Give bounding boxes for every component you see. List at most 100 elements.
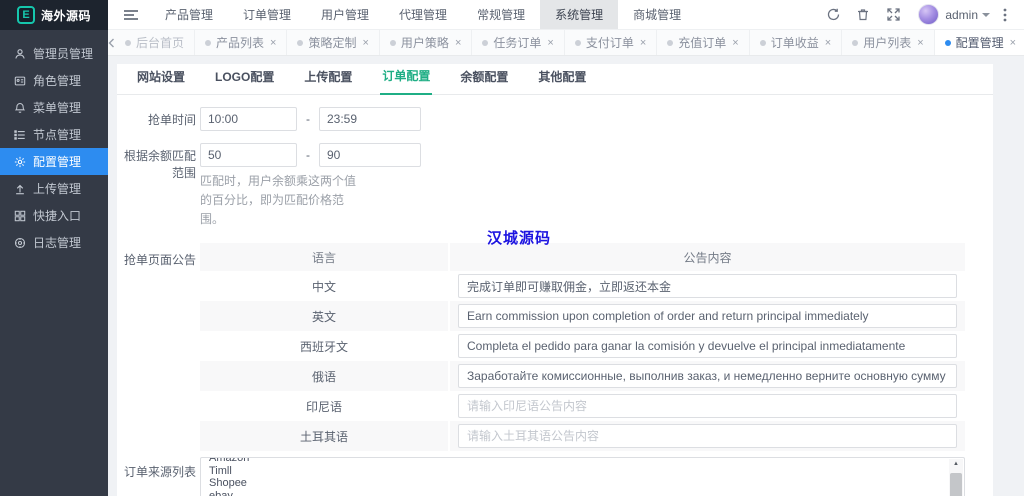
tab-pay-orders[interactable]: 支付订单 × (565, 30, 657, 55)
scroll-up-icon[interactable]: ▲ (949, 459, 963, 470)
close-icon[interactable]: × (917, 37, 923, 49)
user-menu[interactable]: admin (945, 8, 990, 22)
tab-label: 支付订单 (586, 34, 634, 51)
table-row: 中文 (200, 271, 965, 301)
announcement-input-english[interactable] (458, 304, 957, 328)
page-tabs: 后台首页 产品列表× 策略定制 × 用户策略 × 任务订单× 支付订单 × 充值订单×… (115, 30, 1024, 55)
sidebar-item-label: 角色管理 (33, 72, 81, 89)
sidebar-item-quick-entry[interactable]: 快捷入口 (0, 202, 108, 229)
order-source-lines: Amazon Timll Shopee ebay Wish mercado li… (201, 457, 964, 496)
table-row: 土耳其语 (200, 421, 965, 451)
config-tab-upload[interactable]: 上传配置 (302, 68, 354, 94)
config-tab-site-settings[interactable]: 网站设置 (135, 68, 187, 94)
balance-range-max-input[interactable] (319, 143, 421, 167)
username-label: admin (945, 8, 978, 22)
close-icon[interactable]: × (732, 37, 738, 49)
sidebar-item-upload-management[interactable]: 上传管理 (0, 175, 108, 202)
tab-product-list[interactable]: 产品列表× (195, 30, 287, 55)
close-icon[interactable]: × (1010, 37, 1016, 49)
tab-user-list[interactable]: 用户列表 × (842, 30, 934, 55)
table-row: 西班牙文 (200, 331, 965, 361)
user-avatar[interactable] (918, 4, 939, 25)
grab-time-end-input[interactable] (319, 107, 421, 131)
sidebar-item-role-management[interactable]: 角色管理 (0, 67, 108, 94)
sidebar-item-label: 菜单管理 (33, 99, 81, 116)
config-tab-other[interactable]: 其他配置 (536, 68, 588, 94)
sidebar-item-menu-management[interactable]: 菜单管理 (0, 94, 108, 121)
announcement-input-turkish[interactable] (458, 424, 957, 448)
balance-range-row: 根据余额匹配范围 - 匹配时，用户余额乘这两个值的百分比，即为匹配价格范围。 (117, 143, 993, 229)
tab-label: 配置管理 (956, 34, 1004, 51)
sidebar-item-config-management[interactable]: 配置管理 (0, 148, 108, 175)
tab-label: 用户策略 (401, 34, 449, 51)
collapse-sidebar-button[interactable] (108, 0, 150, 29)
balance-range-help-text: 匹配时，用户余额乘这两个值的百分比，即为匹配价格范围。 (200, 172, 358, 229)
nav-item-orders[interactable]: 订单管理 (228, 0, 306, 29)
nav-item-mall[interactable]: 商城管理 (618, 0, 696, 29)
announcement-row: 抢单页面公告 语言 公告内容 中文 英文 (117, 243, 993, 451)
order-source-textarea[interactable]: Amazon Timll Shopee ebay Wish mercado li… (200, 457, 965, 496)
log-icon (13, 236, 26, 249)
range-separator: - (306, 148, 310, 162)
sidebar-item-label: 上传管理 (33, 180, 81, 197)
sidebar-item-label: 日志管理 (33, 234, 81, 251)
top-header: E 海外源码 产品管理 订单管理 用户管理 代理管理 常规管理 系统管理 商城管… (0, 0, 1024, 30)
announcement-input-russian[interactable] (458, 364, 957, 388)
tab-recharge-orders[interactable]: 充值订单× (657, 30, 749, 55)
brand-title: 海外源码 (41, 7, 91, 24)
sidebar-item-admin-management[interactable]: 管理员管理 (0, 40, 108, 67)
header-actions: admin (818, 0, 1024, 29)
tab-task-orders[interactable]: 任务订单× (472, 30, 564, 55)
nav-item-users[interactable]: 用户管理 (306, 0, 384, 29)
grab-time-label: 抢单时间 (117, 107, 196, 131)
sidebar-item-log-management[interactable]: 日志管理 (0, 229, 108, 256)
sidebar-item-node-management[interactable]: 节点管理 (0, 121, 108, 148)
order-source-row: 订单来源列表 Amazon Timll Shopee ebay Wish mer… (117, 457, 993, 496)
scrollbar-thumb[interactable] (950, 473, 962, 496)
tab-label: 用户列表 (863, 34, 911, 51)
close-icon[interactable]: × (547, 37, 553, 49)
config-tab-balance[interactable]: 余额配置 (458, 68, 510, 94)
user-icon (13, 47, 26, 60)
close-icon[interactable]: × (825, 37, 831, 49)
logo-icon: E (17, 6, 35, 24)
textarea-scrollbar[interactable]: ▲ ▼ (949, 459, 963, 496)
table-row: 俄语 (200, 361, 965, 391)
column-header-content: 公告内容 (450, 243, 965, 271)
balance-range-min-input[interactable] (200, 143, 297, 167)
range-separator: - (306, 112, 310, 126)
close-icon[interactable]: × (270, 37, 276, 49)
tabs-scroll-left-button[interactable] (108, 30, 115, 55)
tab-strategy-custom[interactable]: 策略定制 × (287, 30, 379, 55)
table-row: 英文 (200, 301, 965, 331)
tab-config-management[interactable]: 配置管理 × (935, 30, 1024, 55)
nav-item-products[interactable]: 产品管理 (150, 0, 228, 29)
tab-label: 策略定制 (308, 34, 356, 51)
config-tab-logo[interactable]: LOGO配置 (213, 68, 276, 94)
clear-cache-icon[interactable] (848, 8, 878, 21)
tab-order-earnings[interactable]: 订单收益× (750, 30, 842, 55)
announcement-input-spanish[interactable] (458, 334, 957, 358)
grab-time-start-input[interactable] (200, 107, 297, 131)
nav-item-general[interactable]: 常规管理 (462, 0, 540, 29)
config-panel: 网站设置 LOGO配置 上传配置 订单配置 余额配置 其他配置 抢单时间 - 根… (117, 64, 993, 496)
close-icon[interactable]: × (640, 37, 646, 49)
close-icon[interactable]: × (362, 37, 368, 49)
role-badge-icon (13, 74, 26, 87)
close-icon[interactable]: × (455, 37, 461, 49)
brand-logo[interactable]: E 海外源码 (0, 0, 108, 30)
more-vertical-icon[interactable] (990, 8, 1020, 22)
fullscreen-icon[interactable] (878, 8, 908, 21)
refresh-icon[interactable] (818, 8, 848, 21)
tab-dot (945, 40, 951, 46)
nav-item-system[interactable]: 系统管理 (540, 0, 618, 29)
nav-item-agents[interactable]: 代理管理 (384, 0, 462, 29)
tab-user-strategy[interactable]: 用户策略 × (380, 30, 472, 55)
announcement-input-indonesian[interactable] (458, 394, 957, 418)
grid-icon (13, 209, 26, 222)
config-tab-order[interactable]: 订单配置 (380, 67, 432, 95)
tab-home[interactable]: 后台首页 (115, 30, 195, 55)
tab-dot (390, 40, 396, 46)
announcement-input-chinese[interactable] (458, 274, 957, 298)
table-row: 印尼语 (200, 391, 965, 421)
